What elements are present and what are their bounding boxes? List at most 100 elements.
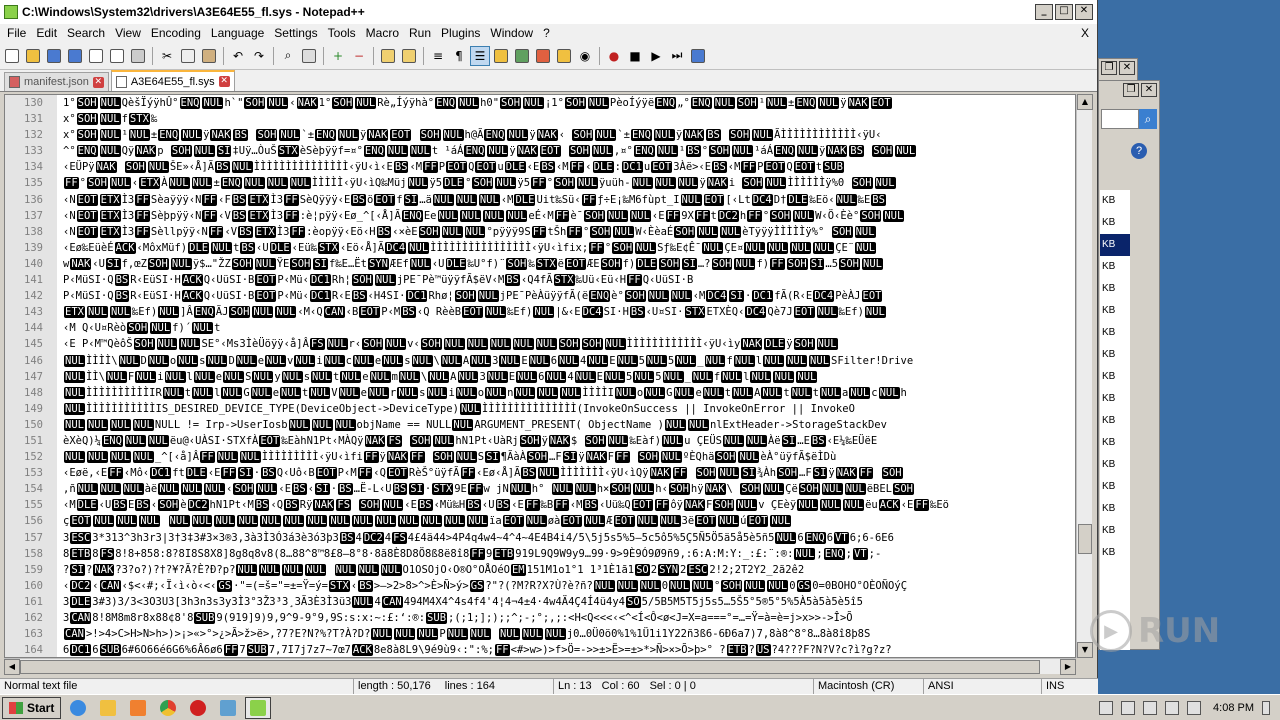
editor-line[interactable]: 137 ‹N EOT ETX Ì3 FF Sèþpÿÿ‹N FF ‹V BS ETX Ì3 FF:è¦p… [5, 208, 1075, 224]
editor-line[interactable]: 130 1° SOH NUL QèšÏýÿhÛ° ENQ NUL h`" SOH NUL ‹ NAK 1… [5, 95, 1075, 111]
sync-horizontal-icon[interactable] [399, 46, 419, 66]
editor-line[interactable]: 143 ETX NUL NUL ‰Ef) NUL]Â ENQ ÃJ SOH NUL NUL ‹M‹Q C… [5, 304, 1075, 320]
doc-map-icon[interactable] [512, 46, 532, 66]
sync-vertical-icon[interactable] [378, 46, 398, 66]
find-icon[interactable]: ⌕ [278, 46, 298, 66]
vertical-scrollbar[interactable]: ▲ ▼ [1076, 94, 1093, 658]
open-file-icon[interactable] [23, 46, 43, 66]
zoom-in-icon[interactable]: + [328, 46, 348, 66]
chrome-icon[interactable] [155, 697, 181, 719]
editor-line[interactable]: 156 ç EOT NUL NUL NUL NUL NUL NUL NUL NUL NUL NUL NU… [5, 513, 1075, 529]
editor-line[interactable]: 144 ‹M Q‹U¤Rèò SOH NUL f)´ NUL t [5, 320, 1075, 336]
tray-flag-icon[interactable] [1143, 700, 1158, 715]
save-icon[interactable] [44, 46, 64, 66]
cut-icon[interactable]: ✂ [157, 46, 177, 66]
function-list-icon[interactable] [533, 46, 553, 66]
text-editor[interactable]: 130 1° SOH NUL QèšÏýÿhÛ° ENQ NUL h`" SOH NUL ‹ NAK 1… [4, 94, 1076, 658]
size-cell[interactable]: KB [1100, 432, 1130, 454]
menu-language[interactable]: Language [206, 26, 269, 40]
title-bar[interactable]: C:\Windows\System32\drivers\A3E64E55_fl.… [0, 0, 1097, 24]
size-cell[interactable]: KB [1100, 454, 1130, 476]
horizontal-scrollbar[interactable]: ◀ ▶ [4, 658, 1076, 675]
menu-tools[interactable]: Tools [323, 26, 361, 40]
notepadpp-taskbar-icon[interactable] [245, 696, 272, 719]
help-icon[interactable]: ? [1131, 143, 1147, 159]
editor-line[interactable]: 159 ? SI? NAK ?3?o?)?†?¥?Ã?È?Ð?p? NUL NUL NUL NU… [5, 562, 1075, 578]
scroll-up-icon[interactable]: ▲ [1077, 94, 1093, 110]
stop-macro-icon[interactable]: ■ [625, 46, 645, 66]
editor-line[interactable]: 146 NUL ÌÌÌÌ\ NUL D NUL o NUL s NUL D NUL e NUL v NUL i N… [5, 353, 1075, 369]
tab-manifest[interactable]: manifest.json ✕ [4, 72, 109, 91]
editor-line[interactable]: 133 ^° ENQ NUL Qÿ NAK p SOH NUL SI ‡Uÿ…ÒuŠ STX èSèþ… [5, 143, 1075, 159]
editor-line[interactable]: 154 ‚ñ NUL NUL NUL àë NUL NUL NUL ‹ SOH NUL ‹E BS ‹ SI ·… [5, 481, 1075, 497]
close-button[interactable]: ✕ [1075, 4, 1093, 20]
menu-settings[interactable]: Settings [269, 26, 322, 40]
editor-line[interactable]: 145 ‹E P‹M™QèôŠ SOH NUL NUL SE°‹Ms3ÌèÜöÿÿ‹å]Â… [5, 336, 1075, 352]
save-macro-icon[interactable] [688, 46, 708, 66]
folder-workspace-icon[interactable] [554, 46, 574, 66]
indent-guide-icon[interactable]: ☰ [470, 45, 490, 66]
editor-line[interactable]: 155 ‹M DLE ‹U BS E BS ‹ SOH è DC2 hN1Pt‹M BS ‹Q BS Rÿ NA… [5, 497, 1075, 513]
size-cell[interactable]: KB [1100, 278, 1130, 300]
menu-macro[interactable]: Macro [361, 26, 404, 40]
size-cell[interactable]: KB [1100, 212, 1130, 234]
size-cell[interactable]: KB [1100, 498, 1130, 520]
size-cell[interactable]: KB [1100, 256, 1130, 278]
editor-line[interactable]: 149 NUL ÌÌÌÌÌÌÌÌÌÌÌIS_DESIRED_DEVICE_TYPE(… [5, 401, 1075, 417]
word-wrap-icon[interactable]: ≡ [428, 46, 448, 66]
editor-line[interactable]: 132 x° SOH NUL ¹ NUL ± ENQ NUL ÿ NAK BS SOH NUL `± ENQ… [5, 127, 1075, 143]
copy-icon[interactable] [178, 46, 198, 66]
scroll-thumb[interactable] [1078, 524, 1092, 554]
restore-icon[interactable]: ❐ [1123, 83, 1139, 97]
size-cell[interactable]: KB [1100, 190, 1130, 212]
show-all-chars-icon[interactable]: ¶ [449, 46, 469, 66]
minimize-button[interactable]: _ [1035, 4, 1053, 20]
language-icon[interactable] [491, 46, 511, 66]
scroll-right-icon[interactable]: ▶ [1060, 659, 1076, 675]
editor-line[interactable]: 140 w NAK ‹U SI f,œZ SOH NUL ÿ$…"ŽZ SOH NUL ŸE SOH SI… [5, 256, 1075, 272]
start-button[interactable]: Start [2, 696, 62, 719]
zoom-out-icon[interactable]: − [349, 46, 369, 66]
editor-line[interactable]: 139 ‹Eø‰EüèÉ ACK ‹MôxMüf) DLE NUL t BS ‹U DLE ‹Eü‰… [5, 240, 1075, 256]
save-all-icon[interactable] [65, 46, 85, 66]
editor-line[interactable]: 138 ‹N EOT ETX Ì3 FF Sèllpÿÿ‹N FF ‹V BS ETX Ì3 FF:èo… [5, 224, 1075, 240]
tray-icon[interactable] [1121, 700, 1136, 715]
close-file-icon[interactable] [86, 46, 106, 66]
editor-line[interactable]: 141 P‹MüSI·Q BS R‹EüSI·H ACK Q‹UüSI·B EOT P‹Mü‹… [5, 272, 1075, 288]
opera-icon[interactable] [185, 697, 211, 719]
search-icon[interactable]: ⌕ [1139, 109, 1157, 129]
monitor-icon[interactable]: ◉ [575, 46, 595, 66]
ie-icon[interactable] [65, 697, 91, 719]
editor-line[interactable]: 162 3 CAN 8!8M8m8r8x88¢8'8 SUB 9(919]9)9,9^9-… [5, 610, 1075, 626]
replace-icon[interactable] [299, 46, 319, 66]
tray-icon[interactable] [1099, 700, 1114, 715]
tab-a3e64e55[interactable]: A3E64E55_fl.sys ✕ [110, 70, 235, 91]
record-macro-icon[interactable]: ● [604, 46, 624, 66]
size-cell[interactable]: KB [1100, 542, 1130, 564]
menu-encoding[interactable]: Encoding [146, 26, 206, 40]
editor-line[interactable]: 134 ‹EÜPÿ NAK SOH NUL ŠE»‹Å]Ã BS NUL ÌÌÌÌÌÌÌÌÌÌ… [5, 159, 1075, 175]
editor-line[interactable]: 151 èXèQ)¼ ENQ NUL NUL ëu@‹UÀSI·STXfÀ EOT ‰EàhN… [5, 433, 1075, 449]
close-icon[interactable]: ✕ [1141, 83, 1157, 97]
size-cell[interactable]: KB [1100, 520, 1130, 542]
close-document-button[interactable]: X [1081, 26, 1089, 40]
editor-line[interactable]: 131 x° SOH NUL f STX ‰ [5, 111, 1075, 127]
size-cell[interactable]: KB [1100, 388, 1130, 410]
search-field[interactable] [1101, 109, 1139, 129]
menu-help[interactable]: ? [538, 26, 555, 40]
size-cell[interactable]: KB [1100, 322, 1130, 344]
editor-line[interactable]: 158 8 ETB 8 FS 8!8+858:8?8I8S8X8]8g8q8v8(8…88… [5, 546, 1075, 562]
network-icon[interactable] [215, 697, 241, 719]
menu-window[interactable]: Window [485, 26, 538, 40]
size-cell[interactable]: KB [1100, 476, 1130, 498]
editor-line[interactable]: 136 ‹N EOT ETX Ì3 FF Sèaÿÿÿ‹N FF ‹F BS ETX Ì3 FF SèQÿ… [5, 192, 1075, 208]
tray-volume-icon[interactable] [1187, 700, 1202, 715]
show-desktop-icon[interactable] [1262, 700, 1270, 715]
menu-search[interactable]: Search [62, 26, 110, 40]
editor-line[interactable]: 152 NUL NUL NUL NUL _^[‹å]Â FF NUL NUL ÌÌÌÌÌÌÌÌÌ‹… [5, 449, 1075, 465]
print-icon[interactable] [128, 46, 148, 66]
redo-icon[interactable]: ↷ [249, 46, 269, 66]
menu-run[interactable]: Run [404, 26, 436, 40]
scroll-thumb[interactable] [20, 660, 1040, 674]
editor-line[interactable]: 161 3 DLE 3#3)3/3<3O3U3[3h3n3s3y3Ì3°3Ž3³3¸3… [5, 594, 1075, 610]
